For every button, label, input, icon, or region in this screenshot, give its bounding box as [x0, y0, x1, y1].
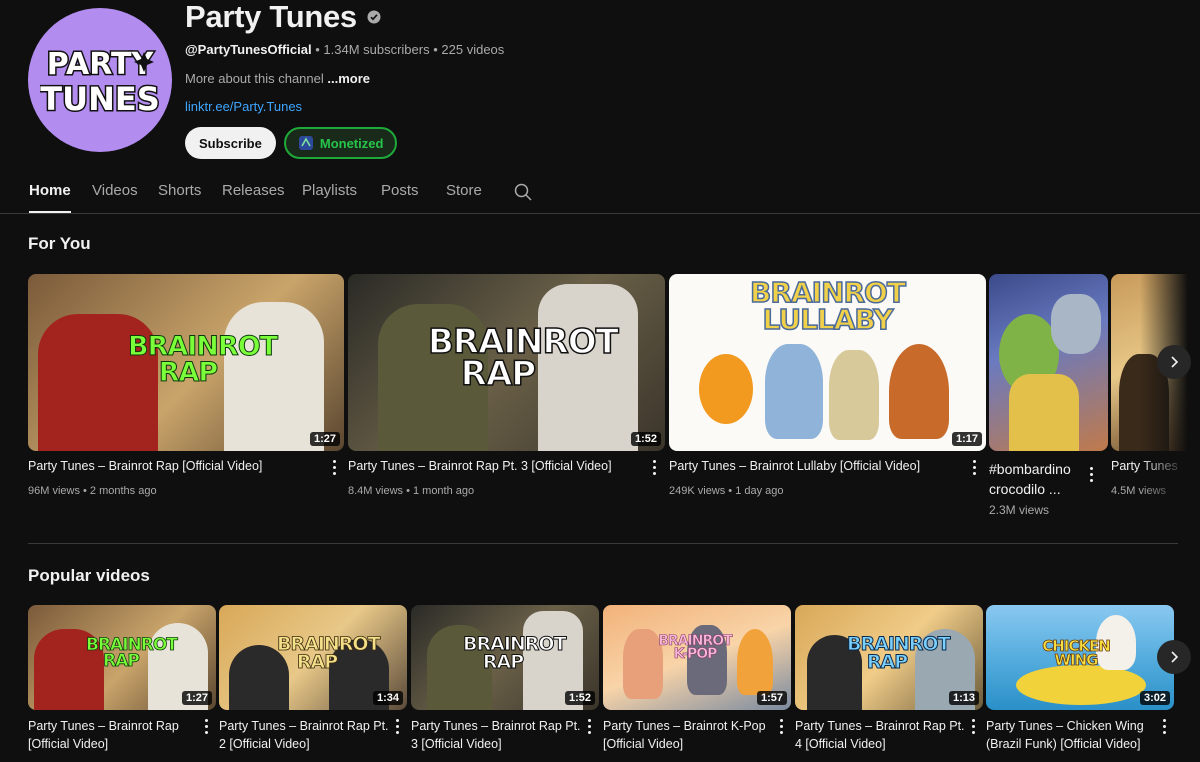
video-title[interactable]: Party Tunes – Chicken Wing (Brazil Funk)… — [986, 717, 1156, 753]
tab-posts[interactable]: Posts — [381, 172, 419, 213]
video-title[interactable]: Party Tunes – Brainrot Rap [Official Vid… — [28, 457, 323, 475]
chevron-right-icon — [1171, 356, 1179, 368]
video-thumbnail[interactable]: BRAINROT RAP 1:52 — [348, 274, 665, 451]
more-options-icon[interactable] — [967, 717, 979, 735]
popular-videos-heading: Popular videos — [28, 566, 150, 585]
short-thumbnail[interactable] — [989, 274, 1108, 451]
tab-home[interactable]: Home — [29, 172, 71, 213]
search-icon[interactable] — [514, 183, 532, 201]
chevron-right-icon — [1171, 651, 1179, 663]
more-options-icon[interactable] — [1158, 717, 1170, 735]
tab-playlists[interactable]: Playlists — [302, 172, 357, 213]
channel-tabs: Home Videos Shorts Releases Playlists Po… — [0, 172, 1200, 214]
video-title[interactable]: Party Tunes – Brainrot Lullaby [Official… — [669, 457, 964, 475]
more-options-icon[interactable] — [200, 717, 212, 735]
tab-videos[interactable]: Videos — [92, 172, 138, 213]
video-title[interactable]: Party Tunes – Brainrot Rap Pt. 3 [Offici… — [411, 717, 581, 753]
short-meta: 2.3M views — [989, 503, 1050, 517]
video-thumbnail[interactable]: BRAINROT RAP 1:27 — [28, 605, 216, 710]
section-divider — [28, 543, 1178, 544]
channel-meta: @PartyTunesOfficial • 1.34M subscribers … — [185, 42, 505, 57]
monetized-button[interactable]: Monetized — [283, 127, 398, 159]
video-thumbnail[interactable]: BRAINROT RAP 1:13 — [795, 605, 983, 710]
tab-store[interactable]: Store — [446, 172, 482, 213]
monetized-icon — [298, 136, 313, 150]
channel-description[interactable]: More about this channel ...more — [185, 71, 370, 86]
channel-name: Party Tunes — [185, 0, 357, 34]
channel-header: PARTY TUNES Party Tunes @PartyTunesOffic… — [0, 0, 1200, 170]
video-thumbnail[interactable]: BRAINROT RAP 1:34 — [219, 605, 407, 710]
channel-handle: @PartyTunesOfficial — [185, 42, 312, 57]
video-count: 225 videos — [441, 42, 505, 57]
more-options-icon[interactable] — [391, 717, 403, 735]
scroll-right-button[interactable] — [1157, 640, 1191, 674]
video-thumbnail[interactable]: CHICKEN WING 3:02 — [986, 605, 1174, 710]
for-you-heading: For You — [28, 234, 91, 253]
channel-link[interactable]: linktr.ee/Party.Tunes — [185, 99, 302, 114]
tab-shorts[interactable]: Shorts — [158, 172, 201, 213]
more-link[interactable]: ...more — [327, 71, 370, 86]
more-options-icon[interactable] — [775, 717, 787, 735]
video-title[interactable]: Party Tunes – Brainrot K-Pop [Official V… — [603, 717, 773, 753]
monetized-label: Monetized — [319, 135, 384, 151]
subscribe-button[interactable]: Subscribe — [185, 127, 276, 159]
more-options-icon[interactable] — [328, 458, 340, 476]
more-options-icon[interactable] — [968, 458, 980, 476]
video-meta: 249K views • 1 day ago — [669, 485, 784, 497]
subscriber-count: 1.34M subscribers — [323, 42, 430, 57]
party-tunes-logo: PARTY TUNES — [40, 46, 160, 120]
video-meta: 8.4M views • 1 month ago — [348, 485, 475, 497]
video-thumbnail[interactable]: BRAINROT K-POP 1:57 — [603, 605, 791, 710]
verified-icon — [367, 10, 381, 24]
more-options-icon[interactable] — [583, 717, 595, 735]
short-title[interactable]: #bombardino crocodilo ... — [989, 459, 1084, 499]
svg-text:TUNES: TUNES — [40, 80, 160, 118]
video-title[interactable]: Party Tunes – Brainrot Rap Pt. 3 [Offici… — [348, 457, 643, 475]
svg-text:PARTY: PARTY — [47, 47, 155, 82]
channel-avatar[interactable]: PARTY TUNES — [28, 8, 172, 152]
more-options-icon[interactable] — [648, 458, 660, 476]
video-thumbnail[interactable]: BRAINROT RAP 1:27 — [28, 274, 344, 451]
video-thumbnail[interactable]: BRAINROT LULLABY 1:17 — [669, 274, 986, 451]
scroll-right-button[interactable] — [1157, 345, 1191, 379]
video-title[interactable]: Party Tunes – Brainrot Rap [Official Vid… — [28, 717, 198, 753]
video-meta: 96M views • 2 months ago — [28, 485, 157, 497]
video-title[interactable]: Party Tunes – Brainrot Rap Pt. 2 [Offici… — [219, 717, 389, 753]
tab-releases[interactable]: Releases — [222, 172, 285, 213]
video-thumbnail[interactable]: BRAINROT RAP 1:52 — [411, 605, 599, 710]
video-title[interactable]: Party Tunes – Brainrot Rap Pt. 4 [Offici… — [795, 717, 965, 753]
more-options-icon[interactable] — [1085, 465, 1097, 483]
